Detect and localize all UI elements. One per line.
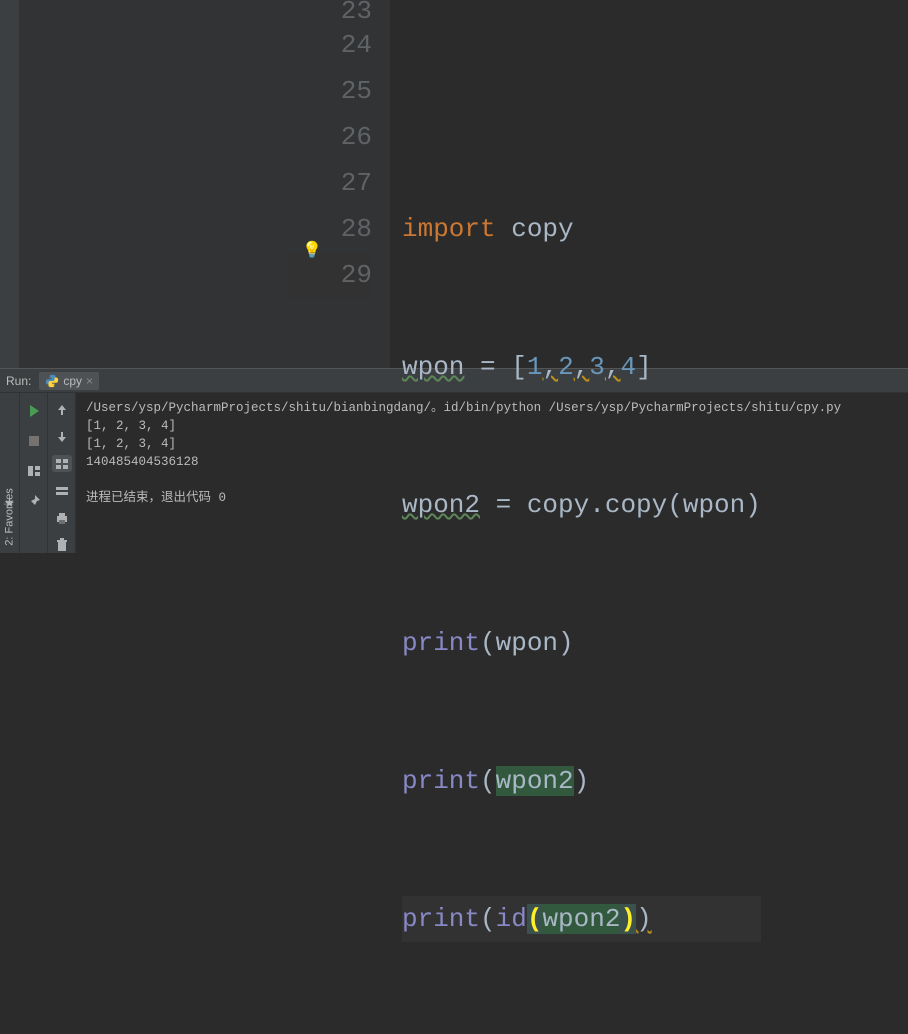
punct: ( [480,904,496,934]
code-text: = copy.copy(wpon) [480,490,761,520]
soft-wrap-button[interactable] [52,455,72,472]
comma: , [605,352,621,382]
punct: ) [636,904,652,934]
bracket-close: ) [620,904,636,934]
line-number: 27 [288,160,372,206]
number: 2 [558,352,574,382]
number: 4 [621,352,637,382]
console-line: [1, 2, 3, 4] [86,419,176,433]
run-toolbar-primary [20,393,48,553]
close-icon[interactable]: × [86,374,93,388]
left-gutter [0,0,20,368]
scroll-down-button[interactable] [52,428,72,445]
module-name: copy [496,214,574,244]
builtin-print: print [402,628,480,658]
number: 3 [589,352,605,382]
editor-left-space [20,0,280,368]
punct: ] [636,352,652,382]
line-number: 26 [288,114,372,160]
favorites-label: 2: Favorites [4,488,16,545]
export-button[interactable] [52,482,72,499]
builtin-print: print [402,766,480,796]
code-content[interactable]: import copy wpon = [1,2,3,4] wpon2 = cop… [390,0,761,368]
trash-button[interactable] [52,536,72,553]
punct: ) [574,766,590,796]
builtin-print: print [402,904,480,934]
run-label: Run: [6,374,31,388]
run-toolbar-secondary [48,393,76,553]
pin-button[interactable] [24,491,44,511]
line-number: 29 [288,252,372,298]
var-wpon: wpon [402,352,464,382]
punct: ( [480,766,496,796]
line-number: 25 [288,68,372,114]
line-number-gutter: 23 24 25 26 27 28 29 [280,0,390,368]
line-number: 28 [288,206,372,252]
line-number: 24 [288,22,372,68]
console-line: 140485404536128 [86,455,199,469]
python-icon [45,374,59,388]
number: 1 [527,352,543,382]
run-tab-name: cpy [63,374,82,388]
builtin-id: id [496,904,527,934]
var-wpon2: wpon2 [496,766,574,796]
scroll-up-button[interactable] [52,401,72,418]
var-wpon2: wpon2 [542,904,620,934]
line-number: 23 [288,0,372,22]
print-button[interactable] [52,509,72,526]
console-line: [1, 2, 3, 4] [86,437,176,451]
layout-button[interactable] [24,461,44,481]
punct: = [ [464,352,526,382]
console-line: 进程已结束，退出代码 0 [86,491,226,505]
favorites-sidebar[interactable]: ★ 2: Favorites [0,393,20,553]
var-wpon2: wpon2 [402,490,480,520]
intention-bulb-icon[interactable]: 💡 [302,240,322,260]
bracket-open: ( [527,904,543,934]
comma: , [542,352,558,382]
code-editor[interactable]: 💡 23 24 25 26 27 28 29 import copy wpon … [280,0,908,368]
run-tab[interactable]: cpy × [39,372,99,390]
keyword-import: import [402,214,496,244]
rerun-button[interactable] [24,401,44,421]
comma: , [574,352,590,382]
editor-pane: 💡 23 24 25 26 27 28 29 import copy wpon … [0,0,908,368]
code-text: (wpon) [480,628,574,658]
stop-button[interactable] [24,431,44,451]
